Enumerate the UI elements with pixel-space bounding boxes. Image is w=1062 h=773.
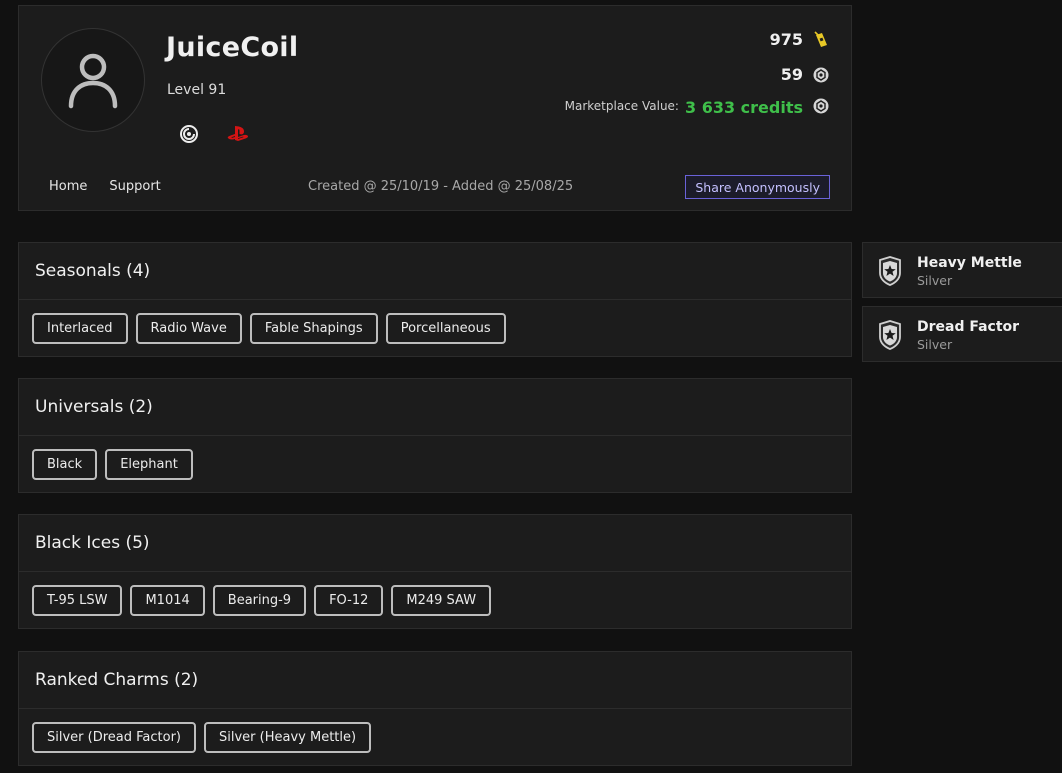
item-chip[interactable]: Porcellaneous — [385, 313, 506, 344]
profile-card: JuiceCoil Level 91 975 59 Marketplace Va… — [18, 5, 852, 211]
charm-rank: Silver — [917, 273, 953, 288]
item-chip[interactable]: Elephant — [105, 449, 193, 480]
renown-icon — [814, 30, 827, 47]
chip-list: Silver (Dread Factor) Silver (Heavy Mett… — [19, 709, 851, 753]
section-black-ices: Black Ices (5) T-95 LSW M1014 Bearing-9 … — [18, 514, 852, 629]
marketplace-value-stat: Marketplace Value: 3 633 credits — [564, 96, 829, 117]
charm-rank: Silver — [917, 337, 953, 352]
item-chip[interactable]: Silver (Dread Factor) — [32, 722, 196, 753]
r6-credits-icon — [813, 98, 829, 113]
item-chip[interactable]: FO-12 — [314, 585, 384, 616]
chip-list: Interlaced Radio Wave Fable Shapings Por… — [19, 300, 851, 344]
marketplace-value-label: Marketplace Value: — [564, 98, 679, 113]
profile-nav: Home Support — [49, 179, 161, 194]
avatar — [41, 28, 145, 132]
renown-value: 975 — [769, 30, 803, 49]
section-title: Seasonals (4) — [19, 243, 851, 300]
item-chip[interactable]: Silver (Heavy Mettle) — [204, 722, 372, 753]
item-chip[interactable]: M249 SAW — [391, 585, 492, 616]
share-anonymously-button[interactable]: Share Anonymously — [685, 175, 830, 199]
item-chip[interactable]: Bearing-9 — [212, 585, 307, 616]
charm-card-heavy-mettle[interactable]: Heavy Mettle Silver — [862, 242, 1062, 298]
platform-list — [179, 124, 249, 148]
item-chip[interactable]: Black — [32, 449, 98, 480]
nav-support-link[interactable]: Support — [109, 179, 160, 194]
ranked-badge-icon — [879, 320, 901, 350]
player-level: Level 91 — [167, 82, 227, 98]
item-chip[interactable]: M1014 — [130, 585, 205, 616]
chip-list: Black Elephant — [19, 436, 851, 480]
section-ranked-charms: Ranked Charms (2) Silver (Dread Factor) … — [18, 651, 852, 766]
item-chip[interactable]: Fable Shapings — [249, 313, 378, 344]
renown-stat: 975 — [770, 30, 829, 49]
ubisoft-icon[interactable] — [179, 124, 199, 148]
section-title: Ranked Charms (2) — [19, 652, 851, 709]
charm-name: Dread Factor — [917, 319, 1020, 335]
charm-card-dread-factor[interactable]: Dread Factor Silver — [862, 306, 1062, 362]
section-title: Black Ices (5) — [19, 515, 851, 572]
username: JuiceCoil — [166, 32, 299, 63]
ranked-badge-icon — [879, 256, 901, 286]
section-title: Universals (2) — [19, 379, 851, 436]
account-dates: Created @ 25/10/19 - Added @ 25/08/25 — [308, 179, 574, 194]
playstation-icon[interactable] — [227, 125, 249, 147]
item-chip[interactable]: T-95 LSW — [32, 585, 123, 616]
marketplace-value: 3 633 credits — [684, 98, 803, 117]
item-chip[interactable]: Radio Wave — [135, 313, 242, 344]
user-icon — [68, 53, 118, 109]
item-chip[interactable]: Interlaced — [32, 313, 128, 344]
nav-home-link[interactable]: Home — [49, 179, 87, 194]
r6-credits-stat: 59 — [781, 65, 829, 84]
r6-credits-icon — [813, 67, 829, 82]
r6-credits-value: 59 — [780, 65, 803, 84]
chip-list: T-95 LSW M1014 Bearing-9 FO-12 M249 SAW — [19, 572, 851, 616]
section-seasonals: Seasonals (4) Interlaced Radio Wave Fabl… — [18, 242, 852, 357]
section-universals: Universals (2) Black Elephant — [18, 378, 852, 493]
charm-name: Heavy Mettle — [917, 255, 1022, 271]
